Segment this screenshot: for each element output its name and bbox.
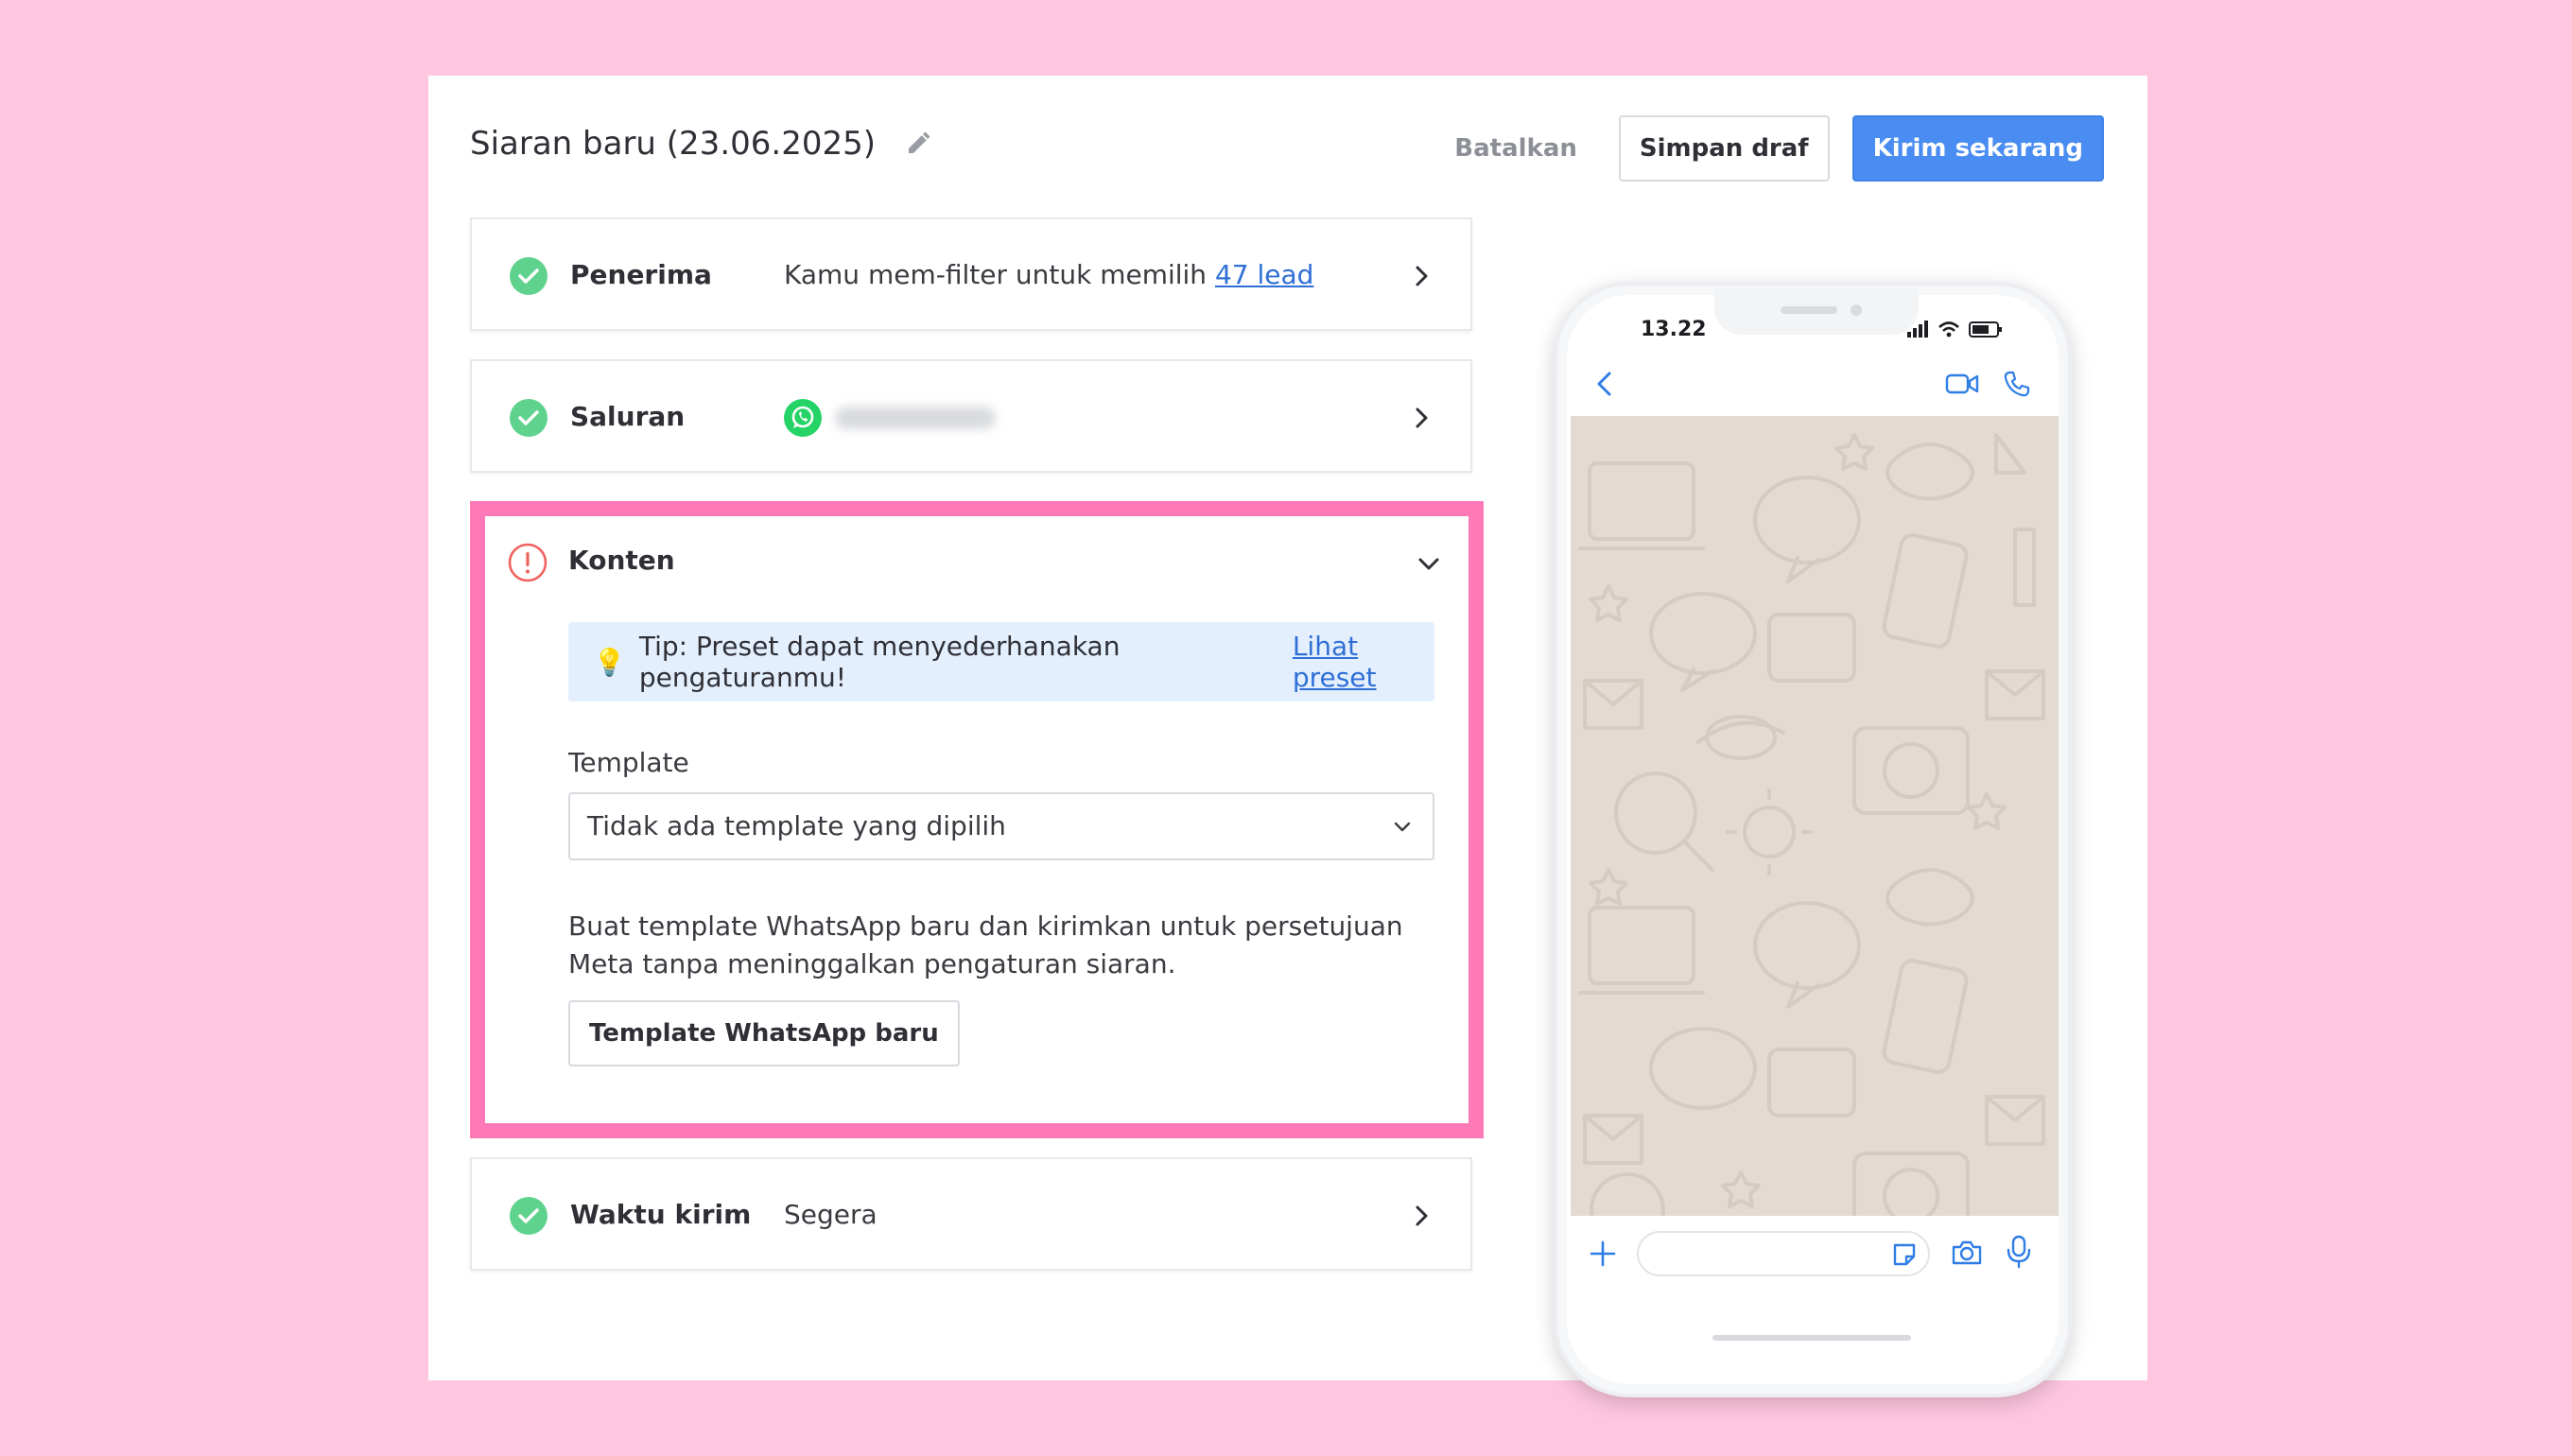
chevron-right-icon[interactable] (1406, 261, 1436, 291)
video-call-icon[interactable] (1945, 371, 1979, 397)
phone-call-icon[interactable] (2002, 369, 2032, 399)
save-draft-button[interactable]: Simpan draf (1618, 115, 1830, 182)
broadcast-editor-card: Siaran baru (23.06.2025) Batalkan Simpan… (428, 76, 2147, 1397)
channel-section[interactable]: Saluran (470, 359, 1472, 473)
channel-number-blurred (835, 407, 996, 429)
doodle-pattern (1578, 433, 2045, 1216)
recipients-section[interactable]: Penerima Kamu mem-filter untuk memilih 4… (470, 217, 1472, 331)
chevron-right-icon[interactable] (1406, 1201, 1436, 1231)
chevron-down-icon (1394, 822, 1411, 832)
recipients-label: Penerima (570, 258, 712, 290)
chat-input-bar (1571, 1216, 2059, 1295)
alert-circle-icon (508, 543, 547, 582)
phone-status-time: 13.22 (1641, 318, 1707, 341)
chat-wallpaper (1571, 416, 2059, 1216)
content-label: Konten (568, 545, 675, 576)
microphone-icon[interactable] (2006, 1235, 2032, 1269)
channel-label: Saluran (570, 400, 686, 432)
send-now-button[interactable]: Kirim sekarang (1851, 115, 2104, 182)
page-title-row: Siaran baru (23.06.2025) (470, 125, 932, 163)
tip-text: Tip: Preset dapat menyederhanakan pengat… (638, 631, 1121, 693)
view-presets-link[interactable]: Lihat preset (1293, 631, 1434, 693)
content-section: Konten 💡 Tip: Preset dapat menyederhanak… (470, 501, 1484, 1138)
phone-speaker (1781, 306, 1837, 314)
pencil-icon[interactable] (904, 130, 932, 158)
top-actions: Batalkan Simpan draf Kirim sekarang (1435, 115, 2104, 182)
send-time-value: Segera (784, 1198, 878, 1230)
phone-notch (1714, 286, 1919, 335)
chat-header (1571, 354, 2055, 414)
template-select[interactable]: Tidak ada template yang dipilih (568, 792, 1434, 860)
leads-count-link[interactable]: 47 lead (1215, 259, 1313, 290)
phone-camera-dot (1851, 304, 1862, 316)
phone-preview: 13.22 (1554, 282, 2072, 1397)
send-time-section[interactable]: Waktu kirim Segera (470, 1157, 1472, 1271)
send-time-label: Waktu kirim (570, 1198, 752, 1230)
check-circle-icon (510, 257, 547, 295)
template-field-label: Template (568, 747, 689, 778)
cancel-button[interactable]: Batalkan (1435, 115, 1596, 182)
camera-icon[interactable] (1951, 1239, 1983, 1267)
template-select-value: Tidak ada template yang dipilih (587, 810, 1006, 841)
page-title: Siaran baru (23.06.2025) (470, 125, 876, 163)
back-arrow-icon[interactable] (1591, 369, 1618, 399)
phone-status-icons (1907, 321, 2002, 338)
sticker-icon[interactable] (1890, 1240, 1919, 1269)
message-input[interactable] (1637, 1231, 1930, 1276)
check-circle-icon (510, 399, 547, 437)
preset-tip-banner: 💡 Tip: Preset dapat menyederhanakan peng… (568, 622, 1434, 702)
whatsapp-icon (784, 399, 822, 437)
chevron-right-icon[interactable] (1406, 403, 1436, 433)
template-description: Buat template WhatsApp baru dan kirimkan… (568, 910, 1403, 979)
recipients-summary-text: Kamu mem-filter untuk memilih (784, 258, 1215, 290)
home-indicator (1712, 1335, 1911, 1341)
new-whatsapp-template-button[interactable]: Template WhatsApp baru (568, 1000, 960, 1066)
plus-icon[interactable] (1586, 1237, 1620, 1271)
check-circle-icon (510, 1197, 547, 1235)
lightbulb-icon: 💡 (593, 646, 626, 678)
chevron-down-icon[interactable] (1414, 548, 1444, 579)
recipients-summary: Kamu mem-filter untuk memilih 47 lead (784, 259, 1313, 290)
